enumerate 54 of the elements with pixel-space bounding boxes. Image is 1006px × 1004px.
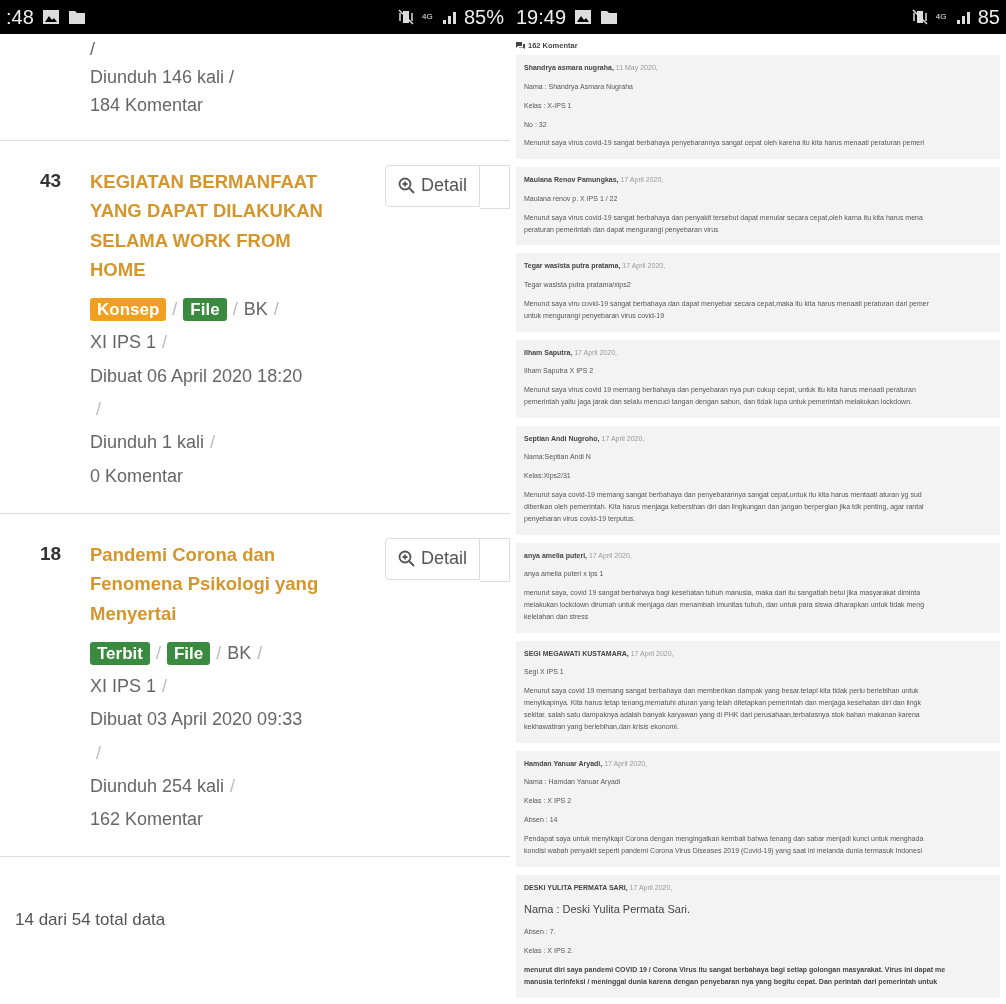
file-badge: File [167, 641, 211, 665]
item-number: 43 [39, 168, 63, 193]
image-icon [41, 9, 60, 25]
signal-icon [955, 9, 970, 25]
battery-level: 85 [977, 5, 1000, 30]
more-button[interactable] [480, 537, 510, 582]
separator: / [155, 642, 161, 663]
item-detail: BK [227, 642, 252, 663]
item-detail: Dibuat 03 April 2020 09:33 [90, 709, 303, 730]
separator: / [162, 332, 168, 353]
folder-icon [67, 9, 86, 25]
separator: / [273, 299, 279, 320]
item-detail: Diunduh 146 kali / [90, 65, 236, 89]
separator: / [96, 742, 101, 763]
folder-icon [600, 9, 619, 25]
battery-level: 85% [463, 5, 504, 30]
item-number: 18 [39, 541, 63, 566]
status-time: :48 [6, 5, 34, 30]
image-icon [574, 9, 593, 25]
separator: / [210, 432, 216, 453]
status-badge: Terbit [90, 641, 150, 665]
detail-button[interactable]: Detail [384, 164, 480, 207]
item-detail: 0 Komentar [90, 465, 184, 486]
separator: / [257, 642, 263, 663]
item-detail: BK [243, 299, 268, 320]
network-label: 4G [421, 13, 434, 21]
signal-icon [441, 9, 456, 25]
item-detail: 184 Komentar [90, 93, 205, 117]
separator: / [162, 675, 168, 696]
vibrate-icon [397, 9, 414, 25]
item-detail: Diunduh 254 kali [90, 775, 225, 796]
network-label: 4G [935, 13, 948, 21]
status-badge: Konsep [90, 298, 167, 322]
separator: / [216, 642, 222, 663]
zoom-in-icon [397, 550, 415, 568]
item-detail: XI IPS 1 [90, 332, 157, 353]
status-time: 19:49 [516, 5, 567, 30]
zoom-in-icon [397, 177, 415, 195]
separator: / [232, 299, 238, 320]
file-badge: File [183, 298, 227, 322]
item-detail: Diunduh 1 kali [90, 432, 205, 453]
separator: / [96, 398, 101, 419]
detail-button[interactable]: Detail [384, 537, 480, 580]
item-detail: XI IPS 1 [90, 675, 157, 696]
total-data-label: 14 dari 54 total data [15, 910, 166, 930]
separator: / [230, 775, 236, 796]
item-detail: Dibuat 06 April 2020 18:20 [90, 365, 303, 386]
more-button[interactable] [480, 164, 510, 209]
comments-icon [516, 42, 525, 50]
item-detail: / [90, 38, 96, 61]
comment-text: Nama : Deski Yulita Permata Sari. [524, 902, 692, 918]
vibrate-icon [911, 9, 928, 25]
item-detail: 162 Komentar [90, 809, 204, 830]
separator: / [172, 299, 178, 320]
